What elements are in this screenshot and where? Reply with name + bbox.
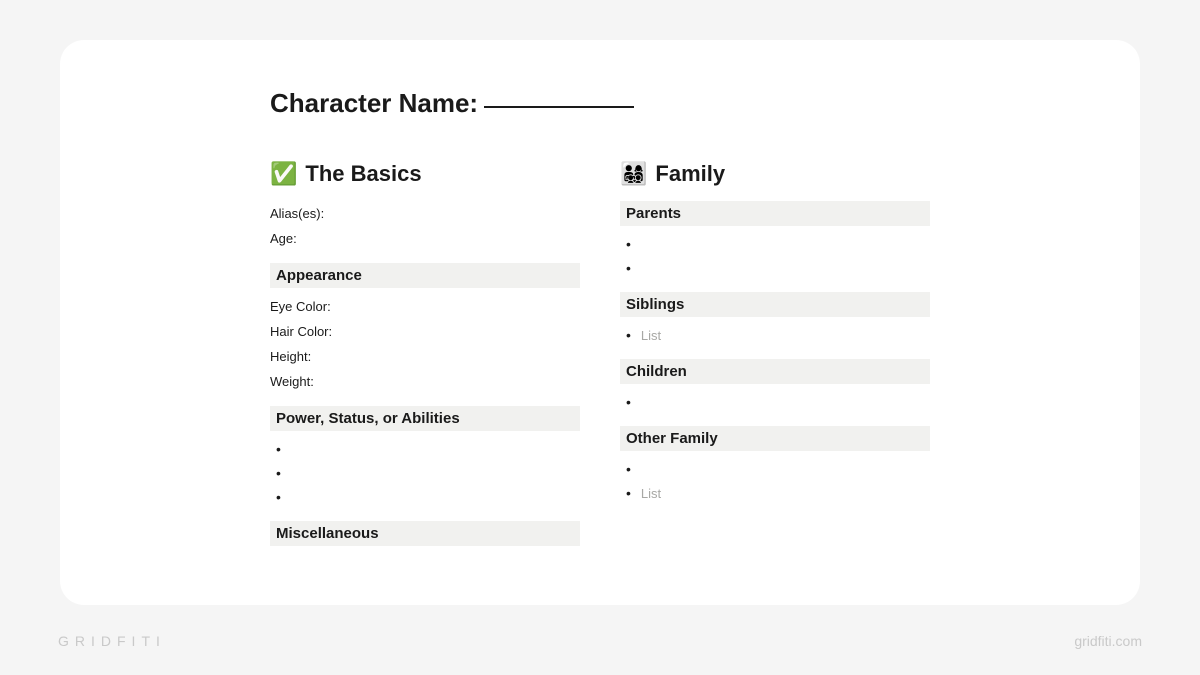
basics-heading-text: The Basics: [305, 161, 421, 187]
left-column: ✅ The Basics Alias(es): Age: Appearance …: [270, 161, 580, 552]
list-item[interactable]: [626, 256, 930, 280]
content-wrapper: Character Name: ✅ The Basics Alias(es): …: [270, 88, 930, 552]
list-item[interactable]: List: [626, 323, 930, 347]
right-column: 👨‍👩‍👧‍👦 Family Parents Siblings List Chi…: [620, 161, 930, 552]
parents-heading: Parents: [620, 201, 930, 226]
basics-heading: ✅ The Basics: [270, 161, 580, 187]
watermark-url: gridfiti.com: [1074, 633, 1142, 649]
title-label: Character Name:: [270, 88, 478, 119]
appearance-heading: Appearance: [270, 263, 580, 288]
field-height[interactable]: Height:: [270, 344, 580, 369]
field-age[interactable]: Age:: [270, 226, 580, 251]
list-item[interactable]: [626, 457, 930, 481]
title-blank-line[interactable]: [484, 106, 634, 108]
other-family-heading: Other Family: [620, 426, 930, 451]
family-heading-text: Family: [655, 161, 725, 187]
columns: ✅ The Basics Alias(es): Age: Appearance …: [270, 161, 930, 552]
field-weight[interactable]: Weight:: [270, 369, 580, 394]
list-item[interactable]: [626, 390, 930, 414]
power-bullets: [270, 437, 580, 509]
list-item[interactable]: [276, 485, 580, 509]
field-hair-color[interactable]: Hair Color:: [270, 319, 580, 344]
family-icon: 👨‍👩‍👧‍👦: [620, 161, 647, 187]
list-item[interactable]: [626, 232, 930, 256]
misc-heading: Miscellaneous: [270, 521, 580, 546]
other-family-bullets: List: [620, 457, 930, 505]
siblings-heading: Siblings: [620, 292, 930, 317]
list-item[interactable]: [276, 461, 580, 485]
parents-bullets: [620, 232, 930, 280]
page-title: Character Name:: [270, 88, 930, 119]
list-item[interactable]: [276, 437, 580, 461]
siblings-bullets: List: [620, 323, 930, 347]
field-alias[interactable]: Alias(es):: [270, 201, 580, 226]
children-bullets: [620, 390, 930, 414]
family-heading: 👨‍👩‍👧‍👦 Family: [620, 161, 930, 187]
template-card: Character Name: ✅ The Basics Alias(es): …: [60, 40, 1140, 605]
children-heading: Children: [620, 359, 930, 384]
watermark-logo: GRIDFITI: [58, 633, 166, 649]
list-item[interactable]: List: [626, 481, 930, 505]
field-eye-color[interactable]: Eye Color:: [270, 294, 580, 319]
check-icon: ✅: [270, 161, 297, 187]
power-heading: Power, Status, or Abilities: [270, 406, 580, 431]
